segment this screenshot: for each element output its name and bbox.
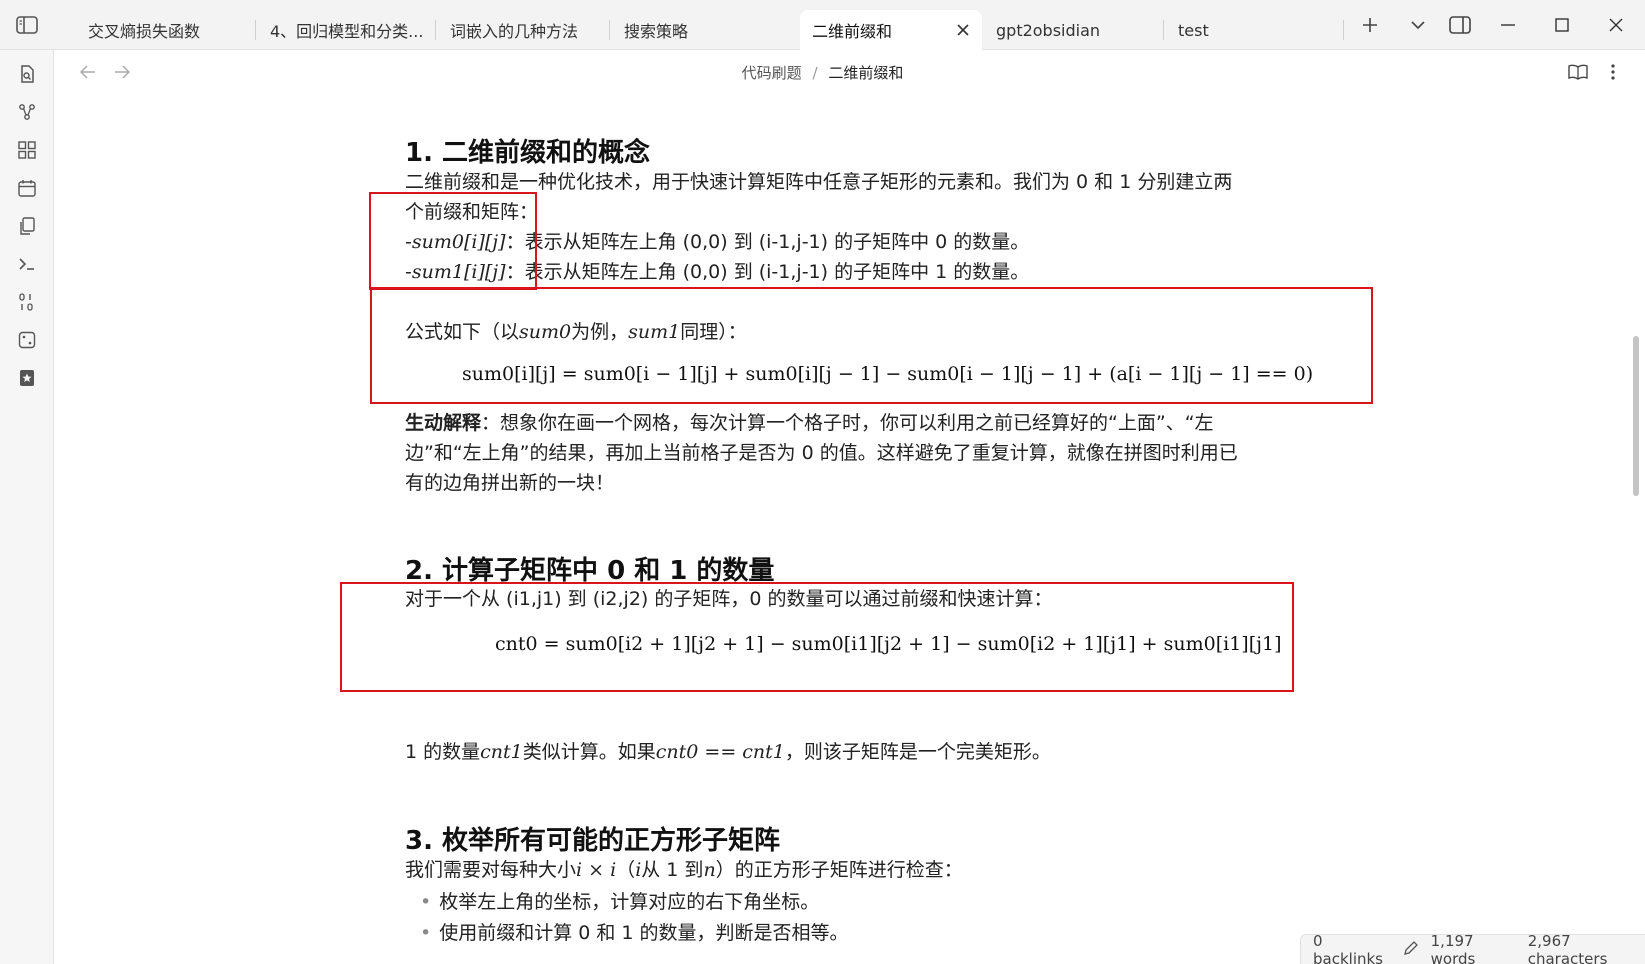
back-arrow-icon[interactable] [76, 60, 100, 84]
close-tab-icon[interactable] [954, 21, 972, 39]
tab-label: gpt2obsidian [996, 20, 1101, 40]
text: 从 1 到 [641, 859, 704, 881]
inline-math: i × i [576, 859, 617, 881]
text: （ [616, 859, 636, 881]
scrollbar-thumb[interactable] [1633, 336, 1639, 496]
new-tab-icon[interactable] [1356, 12, 1384, 38]
terminal-icon[interactable] [15, 252, 39, 276]
copy-icon[interactable] [15, 214, 39, 238]
status-bar: 0 backlinks 1,197 words 2,967 characters [1300, 931, 1645, 964]
dice-icon[interactable] [15, 328, 39, 352]
pencil-icon[interactable] [1403, 940, 1419, 960]
section3-heading: 3. 枚举所有可能的正方形子矩阵 [405, 826, 781, 856]
forward-arrow-icon[interactable] [110, 60, 134, 84]
character-count: 2,967 characters [1527, 931, 1608, 964]
word-count: 1,197 words [1430, 931, 1476, 964]
text: 1 的数量 [405, 741, 481, 763]
calendar-icon[interactable] [15, 176, 39, 200]
tab-bar: 交叉熵损失函数 4、回归模型和分类... 词嵌入的几种方法 搜索策略 二维前缀和… [0, 0, 1645, 50]
sidebar-toggle-icon[interactable] [14, 13, 40, 37]
inline-math: cnt1 [480, 741, 523, 763]
text: ，则该子矩阵是一个完美矩形。 [784, 741, 1051, 763]
explanation-line: 有的边角拼出新的一块！ [405, 472, 615, 494]
explanation-bold: 生动解释 [405, 412, 482, 434]
grid-icon[interactable] [15, 138, 39, 162]
list-item-text: ：表示从矩阵左上角 (0,0) 到 (i-1,j-1) 的子矩阵中 0 的数量。 [505, 231, 1030, 253]
tab-label: 交叉熵损失函数 [88, 22, 201, 41]
binary-icon[interactable] [15, 290, 39, 314]
tab-label: 搜索策略 [624, 22, 689, 41]
breadcrumb-folder[interactable]: 代码刷题 [742, 64, 802, 82]
breadcrumb-current[interactable]: 二维前缀和 [828, 64, 903, 82]
tab-label: test [1178, 20, 1209, 40]
list-item: 枚举左上角的坐标，计算对应的右下角坐标。 [420, 887, 819, 917]
section3-intro: 我们需要对每种大小i × i（i从 1 到n）的正方形子矩阵进行检查： [405, 855, 1275, 885]
explanation-line: 边”和“左上角”的结果，再加上当前格子是否为 0 的值。这样避免了重复计算，就像… [405, 442, 1238, 464]
text: ：想象你在画一个网格，每次计算一个格子时，你可以利用之前已经算好的“上面”、“左 [481, 412, 1214, 434]
text: 我们需要对每种大小 [405, 859, 577, 881]
tab-search-strategy[interactable]: 搜索策略 [612, 10, 784, 50]
breadcrumb-separator: / [812, 64, 818, 82]
explanation-line: 生动解释：想象你在画一个网格，每次计算一个格子时，你可以利用之前已经算好的“上面… [405, 408, 1275, 438]
breadcrumb: 代码刷题 / 二维前缀和 [0, 62, 1645, 83]
inline-math: n [703, 859, 716, 881]
chevron-down-icon[interactable] [1404, 12, 1432, 38]
left-ribbon [0, 50, 54, 964]
tab-test[interactable]: test [1166, 10, 1344, 50]
graph-icon[interactable] [15, 100, 39, 124]
inline-math: cnt0 == cnt1 [655, 741, 785, 763]
more-options-icon[interactable] [1601, 60, 1625, 84]
tab-label: 词嵌入的几种方法 [450, 22, 579, 41]
reading-view-icon[interactable] [1566, 60, 1590, 84]
maximize-icon[interactable] [1548, 12, 1576, 38]
right-sidebar-toggle-icon[interactable] [1446, 12, 1474, 38]
text: 类似计算。如果 [522, 741, 656, 763]
annotation-box [369, 192, 537, 290]
minimize-icon[interactable] [1494, 12, 1522, 38]
tab-gpt2obsidian[interactable]: gpt2obsidian [984, 10, 1164, 50]
tab-word-embedding[interactable]: 词嵌入的几种方法 [438, 10, 610, 50]
tab-regression[interactable]: 4、回归模型和分类... [258, 10, 436, 50]
tab-label: 4、回归模型和分类... [270, 22, 424, 41]
tab-2d-prefix-sum[interactable]: 二维前缀和 [800, 10, 982, 50]
file-search-icon[interactable] [15, 62, 39, 86]
star-page-icon[interactable] [15, 366, 39, 390]
list-item: 使用前缀和计算 0 和 1 的数量，判断是否相等。 [420, 918, 848, 948]
close-window-icon[interactable] [1602, 12, 1630, 38]
annotation-box [370, 287, 1373, 404]
section1-heading: 1. 二维前缀和的概念 [405, 138, 651, 168]
section2-note: 1 的数量cnt1类似计算。如果cnt0 == cnt1，则该子矩阵是一个完美矩… [405, 737, 1275, 767]
explanation-paragraph: 生动解释：想象你在画一个网格，每次计算一个格子时，你可以利用之前已经算好的“上面… [405, 408, 1275, 498]
text: ）的正方形子矩阵进行检查： [715, 859, 963, 881]
tab-cross-entropy[interactable]: 交叉熵损失函数 [76, 10, 256, 50]
list-item-text: ：表示从矩阵左上角 (0,0) 到 (i-1,j-1) 的子矩阵中 1 的数量。 [505, 261, 1030, 283]
tab-label: 二维前缀和 [812, 22, 893, 41]
annotation-box [340, 582, 1294, 692]
backlinks-count[interactable]: 0 backlinks [1313, 932, 1391, 964]
